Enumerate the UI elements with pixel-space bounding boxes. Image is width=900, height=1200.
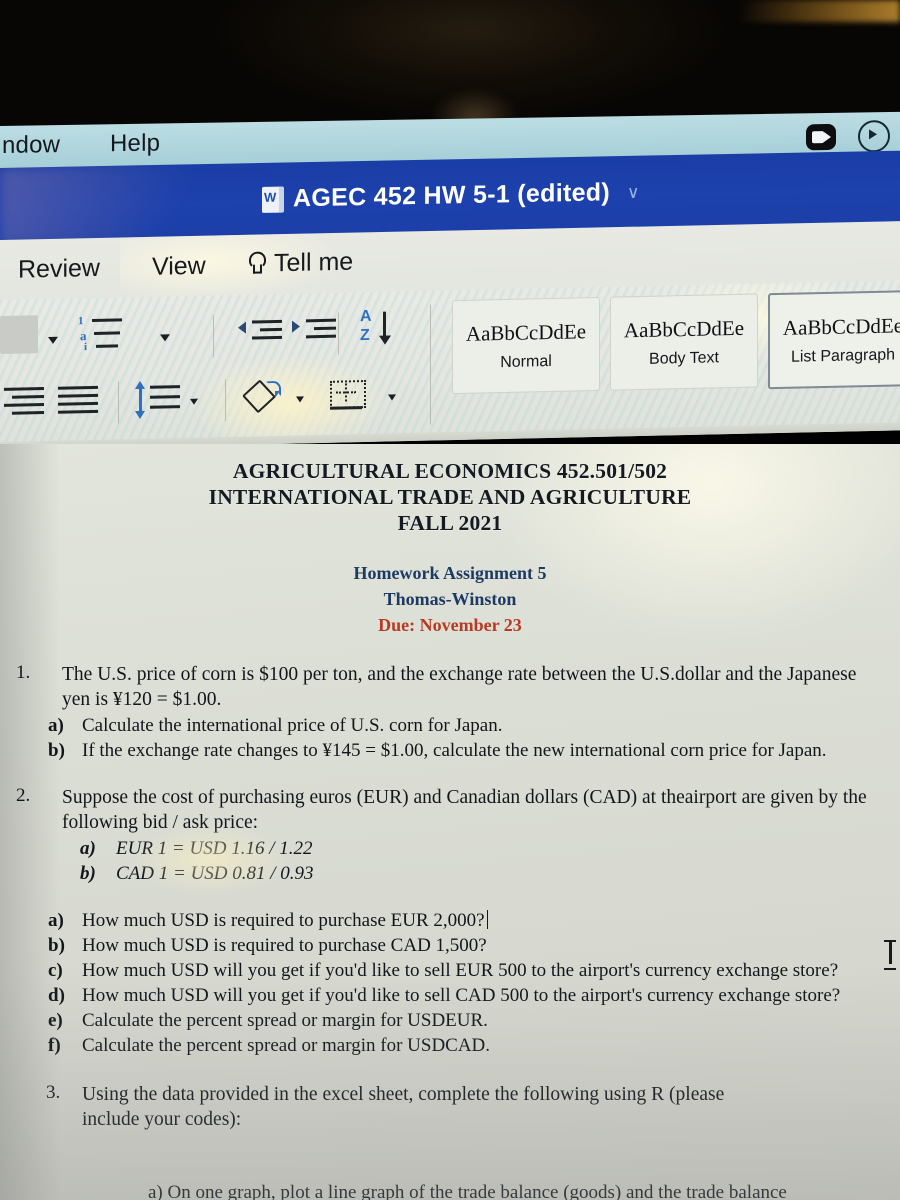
monitor-bezel <box>0 0 900 148</box>
toolbar-separator <box>430 304 431 425</box>
media-play-icon[interactable] <box>858 120 890 153</box>
toolbar-separator <box>213 315 214 358</box>
question-number: 1. <box>16 662 31 683</box>
style-label: List Paragraph <box>790 345 896 366</box>
menu-item-window[interactable]: ndow <box>2 131 60 160</box>
header-line-2: INTERNATIONAL TRADE AND AGRICULTURE <box>208 485 692 509</box>
menu-item-help[interactable]: Help <box>110 129 160 158</box>
sub-label: b) <box>80 863 96 884</box>
question-1-item-b: b) If the exchange rate changes to ¥145 … <box>48 738 896 763</box>
zoom-camera-icon[interactable] <box>806 123 836 151</box>
document-page[interactable]: AGRICULTURAL ECONOMICS 452.501/502 INTER… <box>0 444 900 1200</box>
sub-text: If the exchange rate changes to ¥145 = $… <box>82 740 827 761</box>
menu-bar-status-icons <box>806 120 890 153</box>
word-document-icon <box>262 186 284 213</box>
align-right-button[interactable] <box>4 387 48 420</box>
multilevel-list-chevron-down-icon[interactable] <box>160 334 170 342</box>
style-preview: AaBbCcDdEе <box>782 312 900 340</box>
question-text: The U.S. price of corn is $100 per ton, … <box>62 664 857 710</box>
sub-label: b) <box>48 935 65 956</box>
header-line-1: AGRICULTURAL ECONOMICS 452.501/502 <box>232 459 668 483</box>
page-glare-spot <box>130 824 290 894</box>
style-label: Body Text <box>649 348 719 368</box>
style-preview: AaBbCcDdEe <box>465 318 587 346</box>
header-line-3: FALL 2021 <box>397 511 503 535</box>
title-chevron-down-icon[interactable]: ∨ <box>627 182 639 202</box>
decrease-indent-button[interactable] <box>238 319 282 355</box>
tell-me-label: Tell me <box>274 247 354 278</box>
sub-text: How much USD is required to purchase CAD… <box>82 935 487 956</box>
question-2b-item-a: a) How much USD is required to purchase … <box>48 908 900 933</box>
document-header: AGRICULTURAL ECONOMICS 452.501/502 INTER… <box>0 458 900 638</box>
title-bar-glare <box>0 163 230 246</box>
style-label: Normal <box>500 352 552 371</box>
bezel-glare <box>740 0 900 22</box>
style-body-text[interactable]: AaBbCcDdEе Body Text <box>610 293 758 391</box>
sort-az-button[interactable]: AZ <box>358 308 404 352</box>
sub-label: b) <box>48 740 65 761</box>
multilevel-list-button[interactable]: 1 a i <box>78 315 132 358</box>
screen-photo: ndow Help AGEC 452 HW 5-1 (edited) ∨ Rev… <box>0 0 900 1200</box>
style-preview: AaBbCcDdEе <box>623 315 745 342</box>
question-1-item-a: a) Calculate the international price of … <box>48 713 892 738</box>
increase-indent-button[interactable] <box>292 318 336 354</box>
document-title: AGEC 452 HW 5-1 (edited) <box>293 178 610 213</box>
sub-label: a) <box>48 715 64 736</box>
borders-button[interactable] <box>330 380 366 413</box>
page-bottom-shadow <box>0 970 900 1200</box>
justify-button[interactable] <box>58 385 102 419</box>
style-normal[interactable]: AaBbCcDdEe Normal <box>452 296 600 395</box>
text-ibeam-cursor <box>884 940 898 970</box>
tell-me-control[interactable]: Tell me <box>248 248 353 279</box>
highlighted-tool-slot <box>0 315 38 354</box>
lightbulb-icon <box>248 251 265 277</box>
shading-chevron-down-icon[interactable] <box>296 396 304 403</box>
toolbar-separator <box>338 312 339 355</box>
question-1: 1. The U.S. price of corn is $100 per to… <box>0 662 900 763</box>
toolbar-separator <box>225 379 226 422</box>
text-caret <box>486 910 489 929</box>
sub-text: Calculate the international price of U.S… <box>82 715 503 736</box>
line-spacing-chevron-down-icon[interactable] <box>190 398 198 405</box>
tab-view[interactable]: View <box>152 252 206 282</box>
question-2b-item-b: b) How much USD is required to purchase … <box>48 933 900 958</box>
assignment-title: Homework Assignment 5 <box>353 563 547 583</box>
tab-review[interactable]: Review <box>18 254 100 285</box>
shading-button[interactable] <box>242 379 281 414</box>
borders-chevron-down-icon[interactable] <box>388 394 396 401</box>
ribbon-toolbar: 1 a i AZ ¶ <box>0 280 900 450</box>
question-number: 2. <box>16 785 31 806</box>
style-gallery: AaBbCcDdEe Normal AaBbCcDdEе Body Text A… <box>452 289 900 396</box>
sub-label: a) <box>48 910 64 931</box>
line-spacing-button[interactable] <box>136 382 184 419</box>
instructor-name: Thomas-Winston <box>383 589 517 609</box>
sub-text: How much USD is required to purchase EUR… <box>82 910 485 931</box>
style-list-paragraph[interactable]: AaBbCcDdEе List Paragraph <box>768 289 900 390</box>
toolbar-separator <box>118 381 119 424</box>
sub-label: a) <box>80 838 96 859</box>
list-chevron-down-icon[interactable] <box>48 336 58 344</box>
due-date: Due: November 23 <box>378 615 522 635</box>
